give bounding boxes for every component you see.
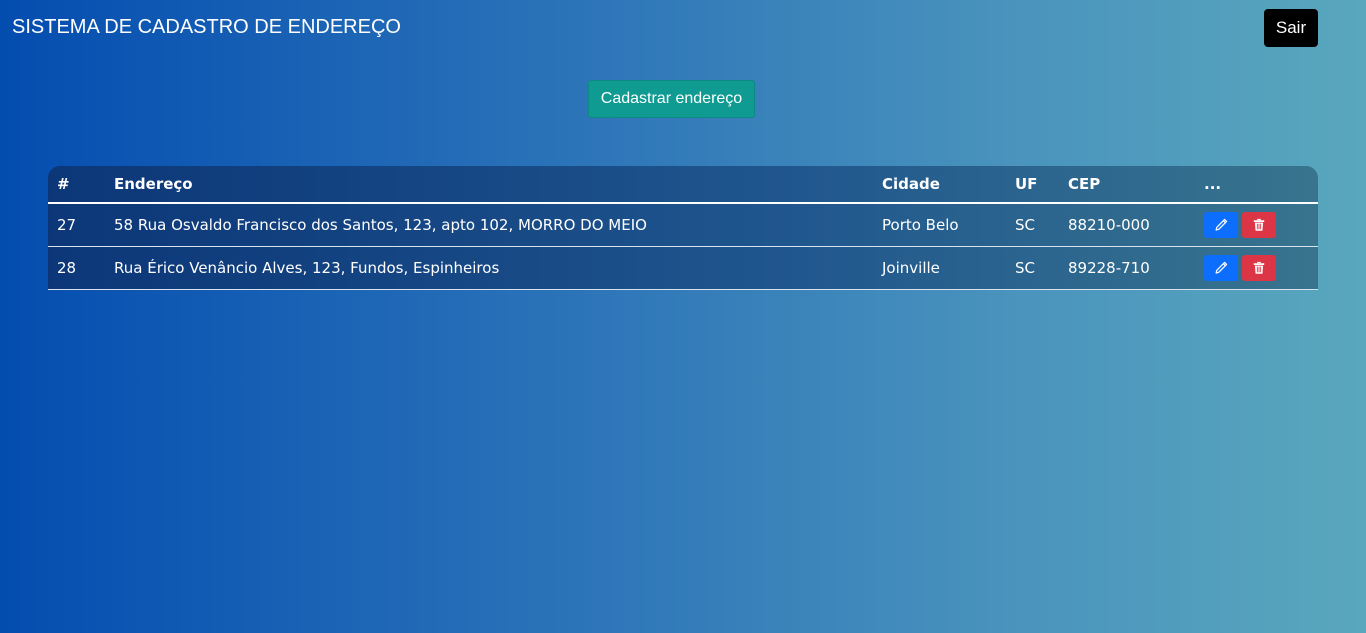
pencil-icon: [1215, 218, 1228, 231]
column-header-id: #: [57, 175, 70, 193]
cell-actions: [1195, 203, 1318, 246]
cell-uf: SC: [1015, 215, 1035, 234]
logout-button[interactable]: Sair: [1264, 9, 1318, 47]
cell-id: 27: [57, 215, 77, 234]
address-table-container: # Endereço Cidade UF CEP ... 27 58 Rua O…: [48, 166, 1318, 290]
cell-id: 28: [57, 258, 77, 277]
column-header-cep: CEP: [1068, 175, 1101, 193]
table-row: 27 58 Rua Osvaldo Francisco dos Santos, …: [48, 203, 1318, 246]
cell-cidade: Porto Belo: [882, 215, 959, 234]
cell-endereco: 58 Rua Osvaldo Francisco dos Santos, 123…: [114, 215, 647, 234]
trash-icon: [1253, 261, 1265, 274]
register-address-button[interactable]: Cadastrar endereço: [588, 80, 755, 118]
delete-button[interactable]: [1242, 211, 1276, 238]
table-row: 28 Rua Érico Venâncio Alves, 123, Fundos…: [48, 246, 1318, 289]
cell-uf: SC: [1015, 258, 1035, 277]
cell-cep: 89228-710: [1068, 258, 1150, 277]
column-header-uf: UF: [1015, 175, 1038, 193]
cell-cep: 88210-000: [1068, 215, 1150, 234]
address-table: # Endereço Cidade UF CEP ... 27 58 Rua O…: [48, 166, 1318, 290]
column-header-endereco: Endereço: [114, 175, 193, 193]
column-header-actions: ...: [1204, 175, 1222, 193]
cell-endereco: Rua Érico Venâncio Alves, 123, Fundos, E…: [114, 258, 500, 277]
trash-icon: [1253, 218, 1265, 231]
edit-button[interactable]: [1204, 211, 1238, 238]
table-header-row: # Endereço Cidade UF CEP ...: [48, 166, 1318, 203]
column-header-cidade: Cidade: [882, 175, 940, 193]
app-title: SISTEMA DE CADASTRO DE ENDEREÇO: [12, 16, 401, 38]
pencil-icon: [1215, 261, 1228, 274]
cell-cidade: Joinville: [882, 258, 940, 277]
cell-actions: [1195, 246, 1318, 289]
delete-button[interactable]: [1242, 254, 1276, 281]
edit-button[interactable]: [1204, 254, 1238, 281]
